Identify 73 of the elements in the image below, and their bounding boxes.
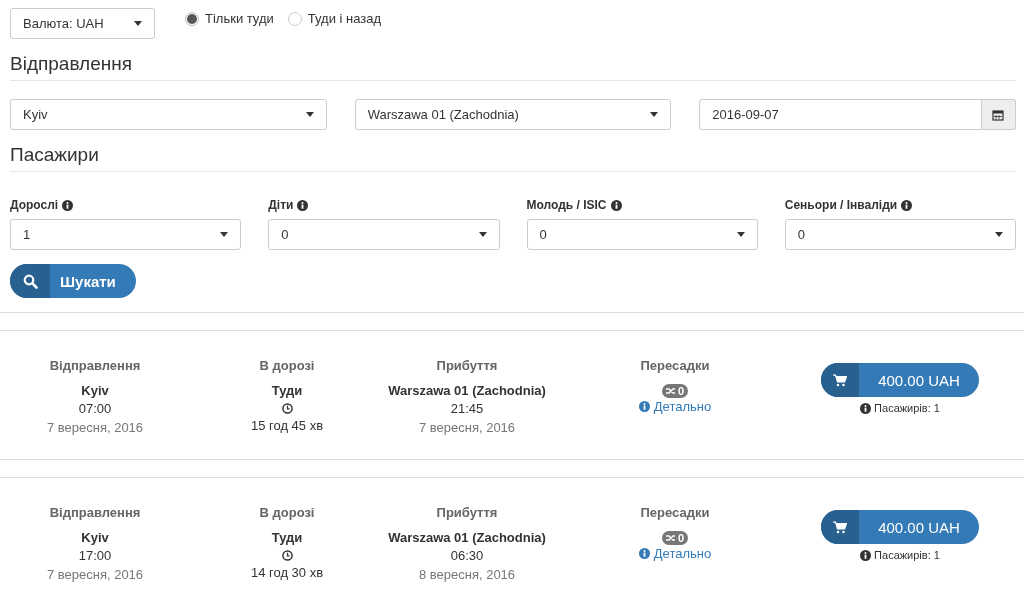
cart-icon: [833, 520, 847, 534]
count-select[interactable]: 0: [526, 219, 758, 250]
clock-icon: [281, 550, 293, 561]
caret-icon: [995, 232, 1003, 237]
radio-button[interactable]: [185, 11, 199, 26]
direction-text: Туди: [271, 381, 303, 400]
cart-icon: [833, 373, 847, 387]
duration-text: 14 год 30 хв: [250, 564, 324, 582]
arrival-station: Warszawa 01 (Zachodnia): [388, 528, 546, 547]
clock-icon: [281, 403, 293, 414]
search-icon: [22, 273, 38, 289]
price-button[interactable]: 400.00 UAH: [821, 510, 979, 544]
info-icon: [610, 199, 622, 211]
field-label: Діти: [268, 198, 294, 212]
passenger-count: Пасажирів: 1: [874, 401, 940, 416]
search-button[interactable]: Шукати: [10, 264, 136, 298]
currency-select[interactable]: Валюта: UAH: [10, 8, 155, 39]
duration-text: 15 год 45 хв: [250, 417, 324, 435]
radio-button[interactable]: [287, 11, 302, 26]
arrival-time: 21:45: [450, 400, 484, 418]
caret-icon: [305, 112, 314, 117]
info-icon: [860, 549, 872, 561]
arrival-station: Warszawa 01 (Zachodnia): [388, 381, 546, 400]
departure-time: 07:00: [78, 400, 112, 418]
departure-station: Kyiv: [81, 528, 109, 547]
calendar-icon: [992, 108, 1005, 121]
departure-date: 7 вересня, 2016: [46, 565, 144, 584]
transfers-badge: 0: [661, 530, 689, 545]
radio-label: Туди і назад: [307, 11, 382, 26]
count-select[interactable]: 0: [784, 219, 1016, 250]
departure-time: 17:00: [78, 547, 112, 565]
column-heading: В дорозі: [259, 504, 315, 522]
column-heading: В дорозі: [259, 357, 315, 375]
date-field[interactable]: 2016-09-07: [699, 99, 982, 130]
column-heading: Відправлення: [49, 357, 141, 375]
calendar-button[interactable]: [982, 99, 1016, 130]
column-heading: Прибуття: [436, 357, 498, 375]
field-label: Дорослі: [10, 198, 59, 212]
from-select[interactable]: Kyiv: [10, 99, 327, 130]
transfers-badge: 0: [661, 383, 689, 398]
details-link[interactable]: Детально: [638, 544, 712, 563]
radio-label: Тільки туди: [205, 11, 274, 26]
caret-icon: [650, 112, 659, 117]
info-icon: [638, 401, 650, 413]
column-heading: Відправлення: [49, 504, 141, 522]
info-icon: [901, 199, 913, 211]
caret-icon: [478, 232, 487, 237]
section-heading: Відправлення: [10, 53, 1016, 81]
details-link[interactable]: Детально: [638, 397, 712, 416]
passenger-count: Пасажирів: 1: [874, 548, 940, 563]
info-icon: [62, 199, 74, 211]
column-heading: Пересадки: [640, 504, 710, 522]
info-icon: [297, 199, 309, 211]
departure-date: 7 вересня, 2016: [46, 418, 144, 437]
caret-icon: [736, 232, 745, 237]
section-heading: Пасажири: [10, 144, 1016, 172]
caret-icon: [134, 21, 142, 26]
arrival-date: 8 вересня, 2016: [418, 565, 516, 584]
count-select[interactable]: 0: [268, 219, 500, 250]
column-heading: Пересадки: [640, 357, 710, 375]
price-button[interactable]: 400.00 UAH: [821, 363, 979, 397]
arrival-date: 7 вересня, 2016: [418, 418, 516, 437]
field-label: Сеньори / Інваліди: [784, 198, 898, 212]
count-select[interactable]: 1: [10, 219, 242, 250]
column-heading: Прибуття: [436, 504, 498, 522]
direction-text: Туди: [271, 528, 303, 547]
caret-icon: [220, 232, 229, 237]
info-icon: [638, 548, 650, 560]
to-select[interactable]: Warszawa 01 (Zachodnia): [354, 99, 672, 130]
info-icon: [860, 402, 872, 414]
arrival-time: 06:30: [450, 547, 484, 565]
field-label: Молодь / ISIC: [526, 198, 607, 212]
departure-station: Kyiv: [81, 381, 109, 400]
